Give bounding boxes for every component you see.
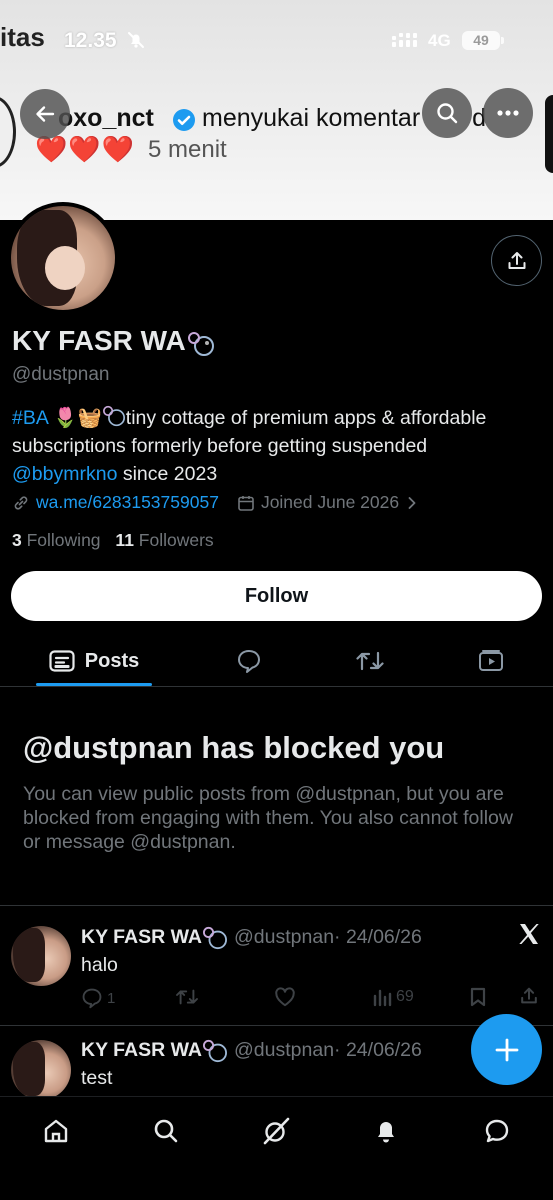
link-icon (14, 495, 28, 510)
divider (0, 905, 553, 906)
bio-mention-link[interactable]: @bbymrkno (12, 463, 117, 485)
bio-hashtag-link[interactable]: #BA (12, 407, 48, 429)
nav-messages[interactable] (477, 1111, 517, 1151)
notification-avatar (0, 96, 16, 168)
bio-since: since 2023 (122, 463, 218, 485)
verified-icon (172, 108, 196, 132)
reposts-icon (356, 651, 384, 671)
battery-level: 49 (462, 31, 500, 50)
previous-app-label: itas (0, 22, 45, 52)
x-logo-icon (517, 922, 541, 946)
chevron-right-icon (408, 496, 416, 509)
notification-user: oxo_nct (58, 104, 154, 132)
home-icon (44, 1119, 68, 1143)
tab-replies[interactable] (221, 635, 277, 687)
profile-handle: @dustpnan (12, 364, 110, 385)
bubbles-emoji-icon (187, 331, 215, 357)
notification-time: 5 menit (148, 136, 227, 163)
bookmark-button[interactable] (469, 987, 487, 1007)
bookmark-icon (470, 987, 486, 1007)
notification-card-edge (545, 95, 553, 173)
follow-button[interactable]: Follow (11, 571, 542, 621)
views-button[interactable]: 69 (372, 987, 414, 1007)
battery-icon (501, 37, 504, 44)
active-tab-indicator (36, 683, 152, 686)
tweet-avatar[interactable] (11, 1040, 71, 1100)
follow-stats: 3 Following 11 Followers (12, 530, 214, 551)
repost-button[interactable] (175, 987, 199, 1007)
nav-search[interactable] (146, 1111, 186, 1151)
blocked-title: @dustpnan has blocked you (23, 730, 445, 765)
blocked-message: You can view public posts from @dustpnan… (23, 783, 513, 853)
nav-grok[interactable] (256, 1111, 296, 1151)
bottom-navigation (0, 1096, 553, 1200)
notifications-icon (378, 1122, 394, 1143)
tweet-avatar[interactable] (11, 926, 71, 986)
tweet-text: halo (81, 954, 118, 976)
tweet-author-name[interactable]: KY FASR WA (81, 926, 202, 949)
more-icon (497, 110, 519, 116)
profile-name: KY FASR WA (12, 325, 186, 356)
divider (0, 1025, 553, 1026)
views-count: 69 (396, 988, 414, 1005)
grok-icon (263, 1117, 290, 1145)
search-icon (154, 1119, 178, 1143)
silent-bell-icon (126, 30, 146, 50)
nav-home[interactable] (36, 1111, 76, 1151)
search-icon (437, 103, 458, 124)
following-link[interactable]: 3 Following (12, 530, 101, 550)
bio-emojis: 🌷🧺 (53, 407, 102, 429)
calendar-icon (238, 495, 254, 511)
heart-icon (275, 987, 295, 1007)
followers-link[interactable]: 11 Followers (115, 530, 213, 550)
signal-icon (392, 31, 420, 49)
plus-icon (495, 1038, 518, 1061)
repost-icon (176, 989, 198, 1005)
media-icon (479, 650, 503, 671)
tweet-author-name[interactable]: KY FASR WA (81, 1039, 202, 1062)
reply-icon (82, 988, 102, 1009)
bubbles-emoji-icon (202, 926, 228, 950)
status-time: 12.35 (64, 29, 117, 52)
tab-reposts[interactable] (342, 635, 398, 687)
profile-link[interactable]: wa.me/6283153759057 (36, 492, 219, 513)
reply-count: 1 (107, 989, 116, 1007)
more-options-button[interactable] (483, 88, 533, 138)
network-type: 4G (428, 31, 451, 50)
back-button[interactable] (20, 89, 70, 139)
posts-icon (49, 650, 75, 672)
replies-icon (238, 650, 260, 673)
tweet-handle-date: @dustpnan· 24/06/26 (234, 926, 422, 948)
profile-avatar[interactable] (7, 202, 119, 314)
search-button[interactable] (422, 88, 472, 138)
views-icon (373, 989, 392, 1007)
compose-button[interactable] (471, 1014, 542, 1085)
tab-media[interactable] (463, 635, 519, 687)
share-icon (508, 251, 525, 269)
like-button[interactable] (274, 987, 296, 1007)
profile-tabs: Posts (0, 635, 553, 687)
tweet-text: test (81, 1067, 113, 1089)
share-icon (521, 987, 537, 1004)
reply-button[interactable]: 1 (81, 987, 115, 1009)
nav-notifications[interactable] (366, 1111, 406, 1151)
profile-meta: wa.me/6283153759057 Joined June 2026 (12, 492, 417, 513)
arrow-left-icon (36, 106, 55, 122)
messages-icon (485, 1119, 509, 1143)
tweet-handle-date: @dustpnan· 24/06/26 (234, 1039, 422, 1061)
tweet-share-button[interactable] (519, 986, 539, 1006)
notification-hearts: ❤️❤️❤️ (35, 134, 136, 164)
tab-posts-label: Posts (84, 649, 140, 672)
share-button[interactable] (491, 235, 542, 286)
profile-bio: #BA 🌷🧺 tiny cottage of premium apps & aff… (12, 404, 542, 488)
bubbles-emoji-icon (102, 405, 125, 427)
joined-date: Joined June 2026 (260, 492, 400, 512)
tab-posts[interactable]: Posts (36, 635, 152, 687)
bubbles-emoji-icon (202, 1039, 228, 1063)
